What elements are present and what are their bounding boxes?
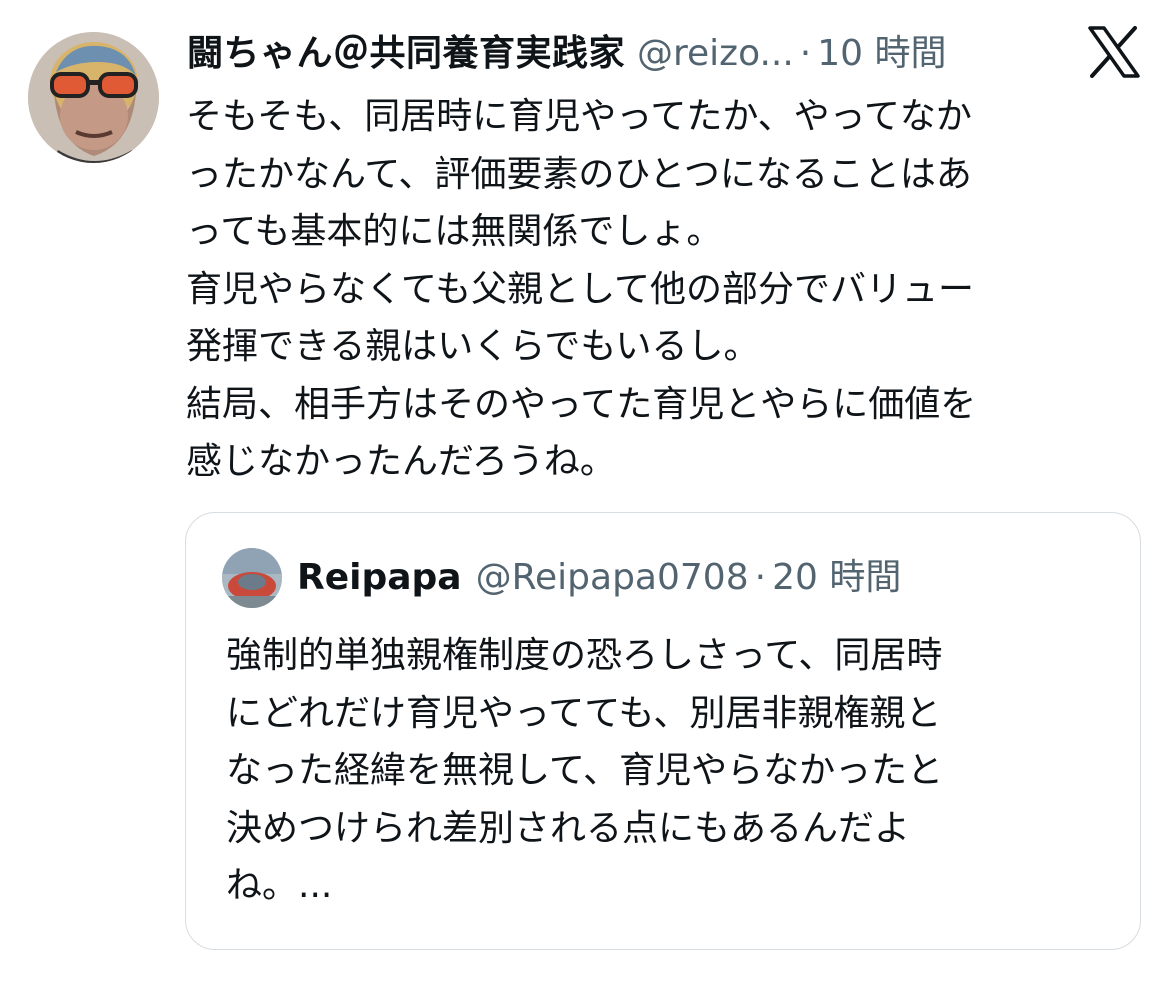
tweet-timestamp[interactable]: 10 時間 — [817, 26, 946, 82]
tweet-text-line: 感じなかったんだろうね。 — [186, 441, 616, 482]
quoted-author-display-name[interactable]: Reipapa — [297, 553, 462, 603]
tweet-text-line: ったかなんて、評価要素のひとつになることはあ — [186, 153, 972, 195]
separator-dot: · — [754, 557, 767, 598]
quoted-text-line: 決めつけられ差別される点にもあるんだよ — [226, 807, 911, 849]
quoted-tweet-card[interactable]: Reipapa @Reipapa0708 · 20 時間 強制的単独親権制度の恐… — [185, 512, 1141, 950]
quoted-avatar-icon — [222, 548, 282, 608]
tweet-header: 闘ちゃん＠共同養育実践家 @reizo... · 10 時間 — [187, 26, 947, 82]
quoted-text-line: ね。... — [226, 865, 333, 906]
tweet-text-line: っても基本的には無関係でしょ。 — [186, 211, 723, 252]
quoted-author-avatar[interactable] — [222, 548, 282, 608]
author-avatar[interactable] — [28, 32, 159, 163]
quoted-tweet-text: 強制的単独親権制度の恐ろしさって、同居時 にどれだけ育児やってても、別居非親権親… — [226, 627, 1106, 915]
tweet-text: そもそも、同居時に育児やってたか、やってなか ったかなんて、評価要素のひとつにな… — [186, 88, 1136, 491]
quoted-tweet-timestamp[interactable]: 20 時間 — [772, 553, 901, 603]
tweet-text-line: 結局、相手方はそのやってた育児とやらに価値を — [186, 383, 977, 425]
tweet-text-line: 発揮できる親はいくらでもいるし。 — [186, 326, 760, 367]
tweet-text-line: そもそも、同居時に育児やってたか、やってなか — [186, 96, 972, 137]
author-handle[interactable]: @reizo... — [637, 26, 794, 82]
quoted-author-handle[interactable]: @Reipapa0708 — [476, 553, 749, 603]
quoted-tweet-header: Reipapa @Reipapa0708 · 20 時間 — [297, 553, 901, 603]
separator-dot: · — [799, 33, 812, 74]
tweet-text-line: 育児やらなくても父親として他の部分でバリュー — [186, 268, 975, 310]
quoted-text-line: にどれだけ育児やってても、別居非親権親と — [226, 692, 942, 734]
quoted-text-line: 強制的単独親権制度の恐ろしさって、同居時 — [226, 635, 943, 676]
quoted-text-line: なった経緯を無視して、育児やらなかったと — [226, 750, 944, 791]
tweet-card[interactable]: 闘ちゃん＠共同養育実践家 @reizo... · 10 時間 そもそも、同居時に… — [0, 0, 1169, 982]
x-logo-icon — [1087, 26, 1141, 78]
profile-avatar-icon — [28, 32, 159, 163]
author-display-name[interactable]: 闘ちゃん＠共同養育実践家 — [187, 26, 625, 82]
